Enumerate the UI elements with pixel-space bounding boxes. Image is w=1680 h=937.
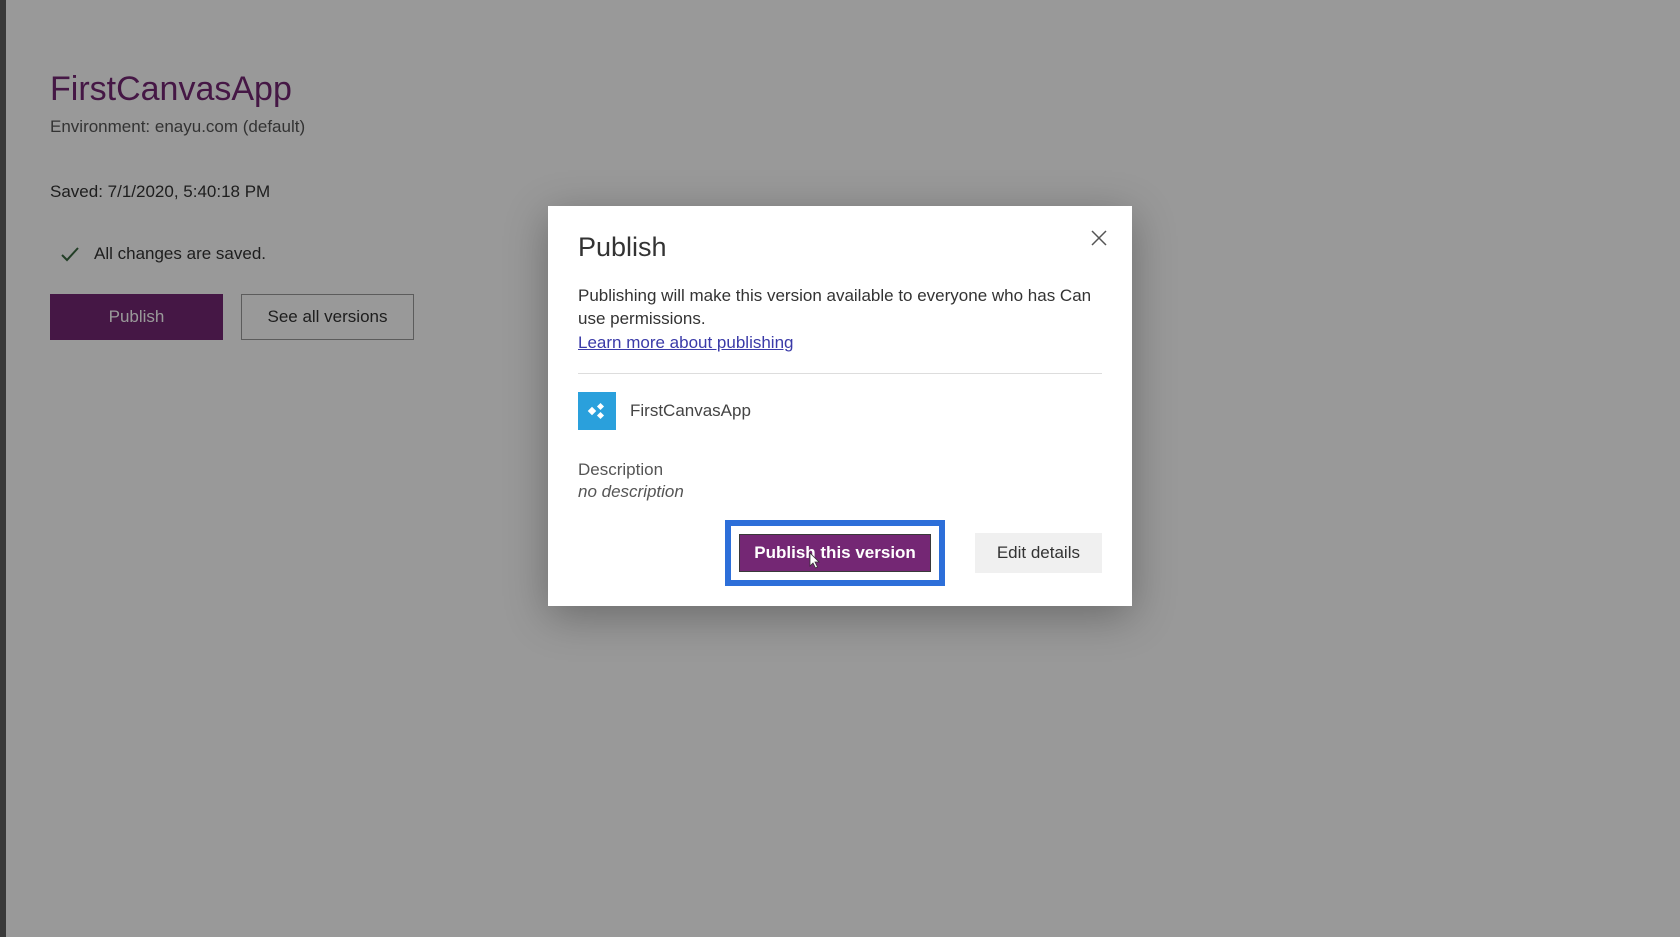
learn-more-link[interactable]: Learn more about publishing	[578, 333, 793, 353]
description-label: Description	[578, 460, 1102, 480]
publish-dialog: Publish Publishing will make this versio…	[548, 206, 1132, 606]
edit-details-button[interactable]: Edit details	[975, 533, 1102, 573]
modal-overlay[interactable]: Publish Publishing will make this versio…	[0, 0, 1680, 937]
description-value: no description	[578, 482, 1102, 502]
close-button[interactable]	[1084, 224, 1114, 254]
publish-this-version-button[interactable]: Publish this version	[739, 534, 931, 572]
dialog-description: Publishing will make this version availa…	[578, 285, 1102, 331]
highlight-frame: Publish this version	[725, 520, 945, 586]
dialog-app-name: FirstCanvasApp	[630, 401, 751, 421]
dialog-title: Publish	[578, 232, 1102, 263]
close-icon	[1090, 229, 1108, 250]
app-info-row: FirstCanvasApp	[578, 392, 1102, 430]
divider	[578, 373, 1102, 374]
dialog-button-row: Publish this version Edit details	[578, 520, 1102, 586]
canvas-app-icon	[578, 392, 616, 430]
